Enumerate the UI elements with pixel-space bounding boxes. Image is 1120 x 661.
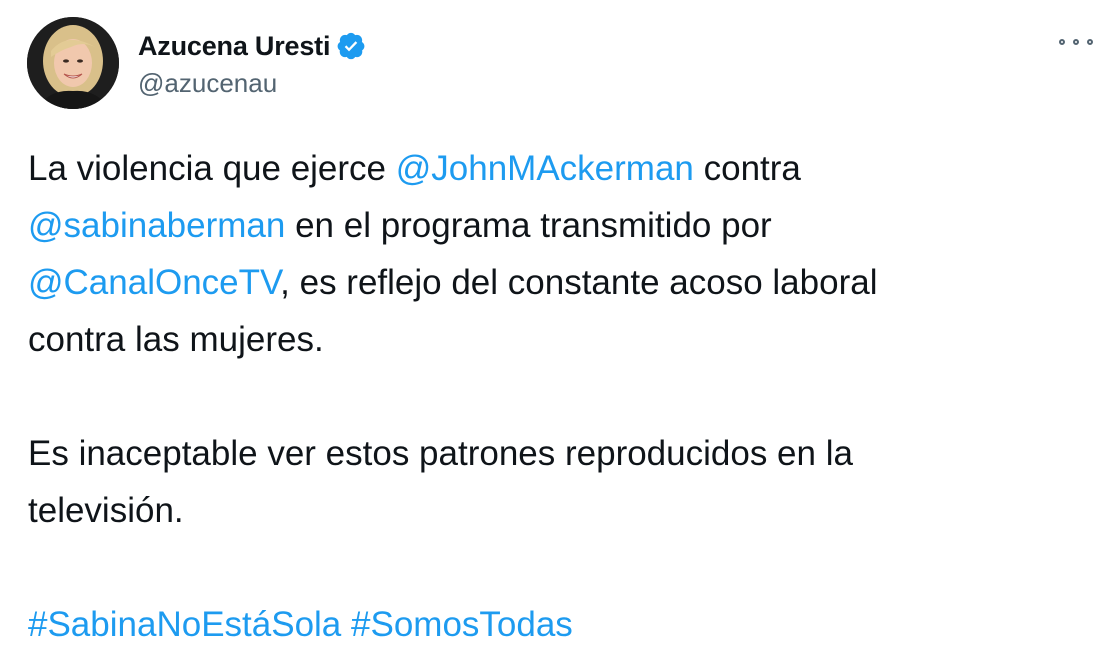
avatar[interactable]: [27, 17, 119, 109]
mention-link[interactable]: @sabinaberman: [28, 206, 285, 245]
tweet-paragraph-1: La violencia que ejerce @JohnMAckerman c…: [28, 140, 1098, 368]
text-segment: Es inaceptable ver estos patrones reprod…: [28, 434, 853, 473]
text-segment: televisión.: [28, 491, 184, 530]
more-options-icon[interactable]: [1059, 28, 1093, 56]
name-row: Azucena Uresti: [138, 28, 365, 64]
more-dot: [1087, 39, 1093, 45]
more-dot: [1059, 39, 1065, 45]
tweet-text: La violencia que ejerce @JohnMAckerman c…: [28, 140, 1098, 653]
text-segment: , es reflejo del constante acoso laboral: [280, 263, 878, 302]
hashtag-link[interactable]: #SomosTodas: [351, 605, 573, 644]
text-segment: La violencia que ejerce: [28, 149, 396, 188]
user-handle[interactable]: @azucenau: [138, 68, 365, 99]
tweet-hashtags: #SabinaNoEstáSola #SomosTodas: [28, 596, 1098, 653]
text-segment: contra las mujeres.: [28, 320, 324, 359]
text-segment: en el programa transmitido por: [285, 206, 772, 245]
author-block: Azucena Uresti @azucenau: [138, 28, 365, 99]
mention-link[interactable]: @JohnMAckerman: [396, 149, 694, 188]
mention-link[interactable]: @CanalOnceTV: [28, 263, 280, 302]
tweet-paragraph-2: Es inaceptable ver estos patrones reprod…: [28, 425, 1098, 539]
more-dot: [1073, 39, 1079, 45]
tweet-card: Azucena Uresti @azucenau La violencia qu…: [0, 0, 1120, 661]
text-segment: contra: [693, 149, 801, 188]
display-name[interactable]: Azucena Uresti: [138, 31, 330, 62]
verified-badge-icon: [337, 32, 365, 60]
profile-photo: [27, 17, 119, 109]
hashtag-link[interactable]: #SabinaNoEstáSola: [28, 605, 341, 644]
